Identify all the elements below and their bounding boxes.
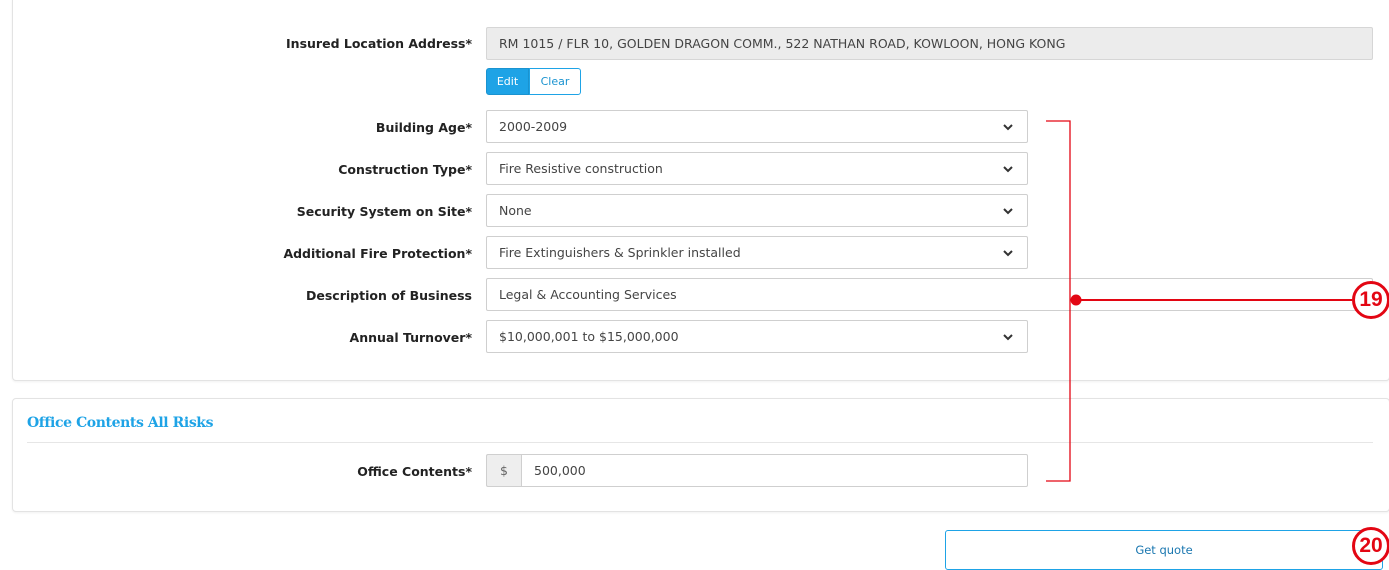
address-label: Insured Location Address* — [286, 36, 472, 51]
security-system-label: Security System on Site* — [296, 204, 472, 219]
fire-protection-select[interactable]: Fire Extinguishers & Sprinkler installed — [486, 236, 1028, 269]
chevron-down-icon — [1003, 124, 1013, 131]
office-contents-value: 500,000 — [534, 463, 586, 478]
building-age-select[interactable]: 2000-2009 — [486, 110, 1028, 143]
chevron-down-icon — [1003, 250, 1013, 257]
annual-turnover-value: $10,000,001 to $15,000,000 — [499, 329, 679, 344]
office-contents-label: Office Contents* — [357, 464, 472, 479]
currency-addon: $ — [486, 454, 521, 487]
security-system-select[interactable]: None — [486, 194, 1028, 227]
fire-protection-value: Fire Extinguishers & Sprinkler installed — [499, 245, 741, 260]
security-system-value: None — [499, 203, 532, 218]
chevron-down-icon — [1003, 208, 1013, 215]
construction-type-label: Construction Type* — [338, 162, 472, 177]
construction-type-value: Fire Resistive construction — [499, 161, 663, 176]
business-description-value: Legal & Accounting Services — [499, 287, 677, 302]
clear-address-button[interactable]: Clear — [529, 68, 581, 95]
building-age-label: Building Age* — [375, 120, 472, 135]
chevron-down-icon — [1003, 166, 1013, 173]
business-description-label: Description of Business — [306, 288, 472, 303]
annotation-badge-20: 20 — [1352, 527, 1389, 565]
annotation-badge-19: 19 — [1352, 281, 1389, 319]
address-field: RM 1015 / FLR 10, GOLDEN DRAGON COMM., 5… — [486, 27, 1373, 60]
fire-protection-label: Additional Fire Protection* — [283, 246, 472, 261]
get-quote-button[interactable]: Get quote — [945, 530, 1383, 570]
edit-address-button[interactable]: Edit — [486, 68, 529, 95]
building-age-value: 2000-2009 — [499, 119, 568, 134]
annual-turnover-select[interactable]: $10,000,001 to $15,000,000 — [486, 320, 1028, 353]
section-title: Office Contents All Risks — [27, 415, 214, 431]
address-value: RM 1015 / FLR 10, GOLDEN DRAGON COMM., 5… — [499, 36, 1066, 51]
construction-type-select[interactable]: Fire Resistive construction — [486, 152, 1028, 185]
annual-turnover-label: Annual Turnover* — [349, 330, 472, 345]
office-contents-input[interactable]: 500,000 — [521, 454, 1028, 487]
section-divider — [27, 442, 1373, 443]
chevron-down-icon — [1003, 334, 1013, 341]
business-description-input[interactable]: Legal & Accounting Services — [486, 278, 1373, 311]
